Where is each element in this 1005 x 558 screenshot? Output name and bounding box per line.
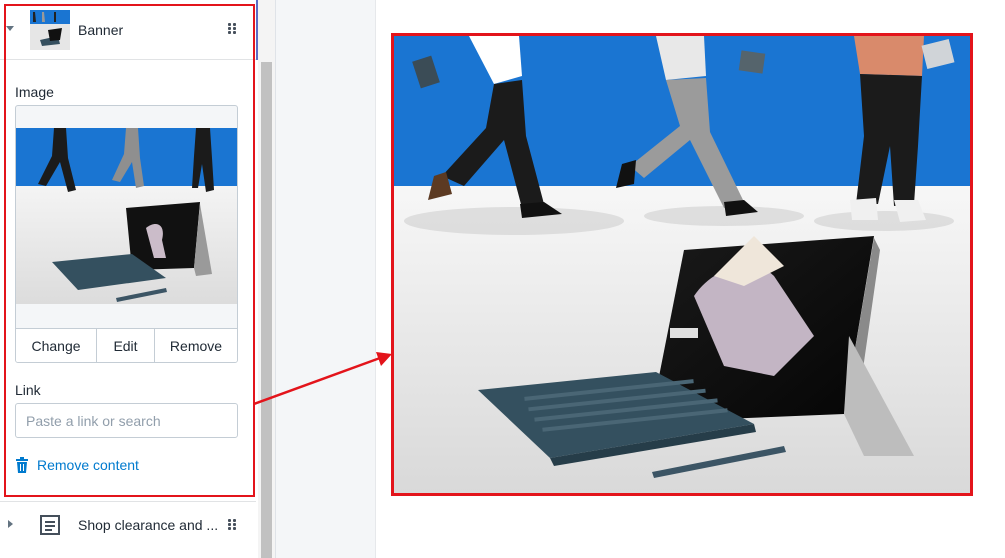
- theme-preview-background: [276, 0, 376, 558]
- annotation-highlight-box: [4, 4, 255, 497]
- section-item-shop-clearance[interactable]: Shop clearance and ...: [78, 517, 218, 533]
- banner-preview[interactable]: [391, 33, 973, 496]
- preview-edge: [375, 0, 376, 558]
- sidebar-border: [275, 0, 276, 558]
- divider: [0, 501, 256, 502]
- expand-caret-icon[interactable]: [8, 520, 13, 528]
- text-document-icon: [40, 515, 60, 535]
- drag-handle-icon[interactable]: [228, 519, 236, 531]
- scrollbar-thumb[interactable]: [261, 62, 272, 558]
